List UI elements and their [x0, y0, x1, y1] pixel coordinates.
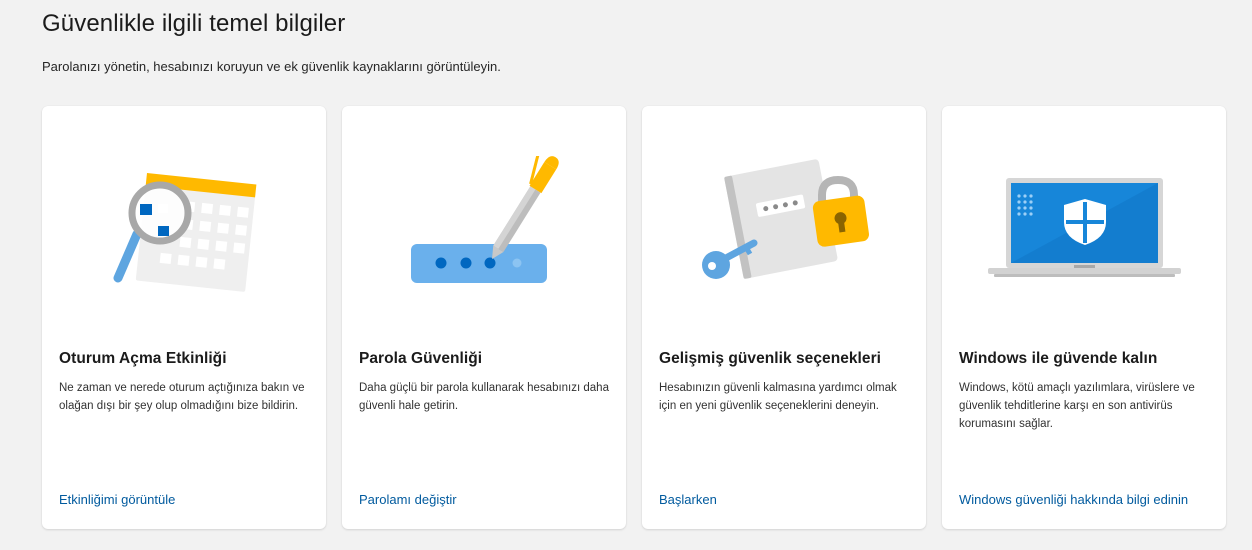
change-password-link[interactable]: Parolamı değiştir	[359, 492, 457, 507]
card-description: Daha güçlü bir parola kullanarak hesabın…	[359, 382, 609, 412]
magnifier-calendar-icon	[42, 156, 326, 306]
card-description: Ne zaman ve nerede oturum açtığınıza bak…	[59, 382, 305, 412]
card-title: Windows ile güvende kalın	[959, 350, 1158, 367]
card-title: Gelişmiş güvenlik seçenekleri	[659, 350, 882, 367]
card-description: Hesabınızın güvenli kalmasına yardımcı o…	[659, 382, 897, 412]
get-started-link[interactable]: Başlarken	[659, 492, 717, 507]
card-description: Windows, kötü amaçlı yazılımlara, virüsl…	[959, 382, 1195, 430]
notebook-key-lock-icon	[642, 156, 926, 306]
card-windows-security: Windows ile güvende kalın Windows, kötü …	[942, 106, 1226, 529]
laptop-shield-icon	[942, 156, 1226, 306]
password-pen-icon	[342, 156, 626, 306]
card-advanced-security: Gelişmiş güvenlik seçenekleri Hesabınızı…	[642, 106, 926, 529]
page-subtitle: Parolanızı yönetin, hesabınızı koruyun v…	[42, 59, 501, 74]
view-activity-link[interactable]: Etkinliğimi görüntüle	[59, 492, 175, 507]
card-title: Parola Güvenliği	[359, 350, 483, 367]
windows-security-info-link[interactable]: Windows güvenliği hakkında bilgi edinin	[959, 492, 1188, 507]
card-title: Oturum Açma Etkinliği	[59, 350, 227, 367]
page-title: Güvenlikle ilgili temel bilgiler	[42, 10, 346, 37]
card-password-security: Parola Güvenliği Daha güçlü bir parola k…	[342, 106, 626, 529]
card-sign-in-activity: Oturum Açma Etkinliği Ne zaman ve nerede…	[42, 106, 326, 529]
